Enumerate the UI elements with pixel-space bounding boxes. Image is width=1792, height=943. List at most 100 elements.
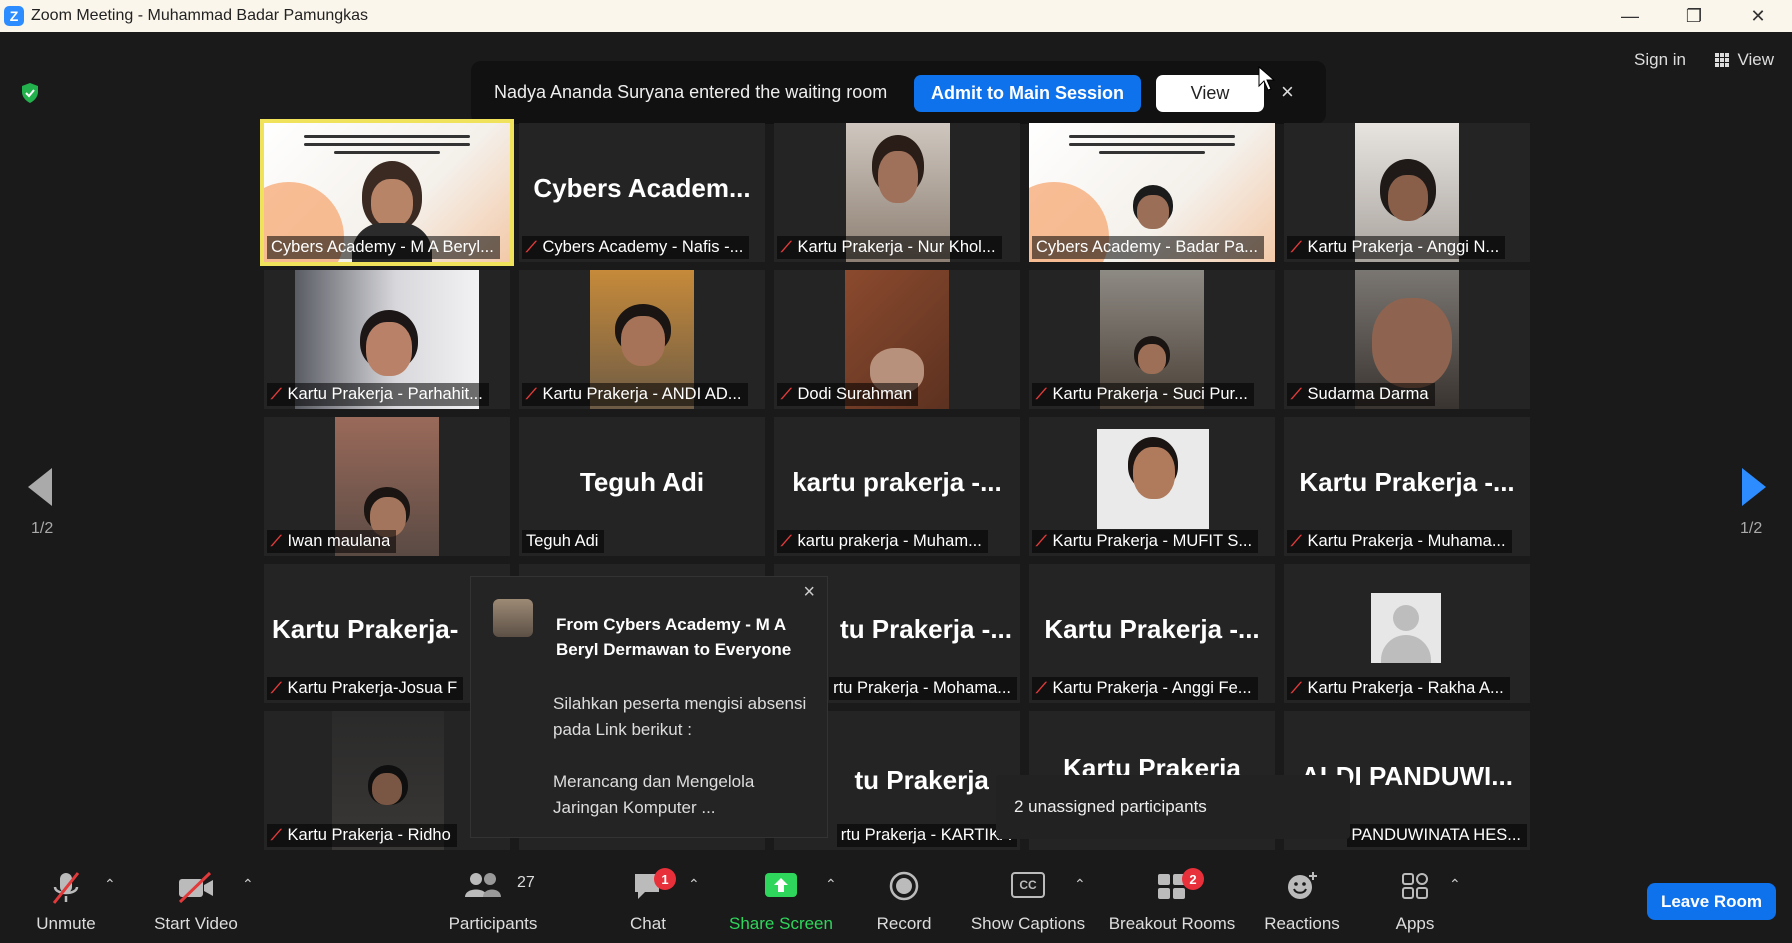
video-tile[interactable]: ⟋ Kartu Prakerja - Suci Pur... bbox=[1029, 270, 1275, 409]
breakout-rooms-button[interactable]: 2 Breakout Rooms bbox=[1106, 868, 1238, 938]
muted-mic-icon: ⟋ bbox=[271, 533, 282, 550]
video-tile[interactable]: ⟋ Sudarma Darma bbox=[1284, 270, 1530, 409]
participant-name-label: ⟋ Kartu Prakerja - MUFIT S... bbox=[1032, 530, 1259, 553]
video-tile[interactable]: ⟋ Kartu Prakerja - Nur Khol... bbox=[774, 123, 1020, 262]
reactions-button[interactable]: Reactions bbox=[1262, 868, 1342, 938]
notification-view-button[interactable]: View bbox=[1156, 75, 1264, 112]
mouse-cursor-icon bbox=[1258, 66, 1276, 91]
video-tile[interactable]: kartu prakerja -... ⟋ kartu prakerja - Mu… bbox=[774, 417, 1020, 556]
participant-name-label: ⟋ Kartu Prakerja - Ridho bbox=[267, 824, 457, 847]
sign-in-link[interactable]: Sign in bbox=[1634, 50, 1686, 70]
video-tile[interactable]: Cybers Academy - M A Beryl... bbox=[260, 119, 514, 266]
muted-mic-icon: ⟋ bbox=[1036, 386, 1047, 403]
unmute-label: Unmute bbox=[36, 914, 96, 933]
show-captions-button[interactable]: CC Show Captions bbox=[968, 868, 1088, 938]
close-window-button[interactable]: ✕ bbox=[1728, 0, 1788, 32]
share-screen-icon bbox=[765, 873, 797, 897]
chat-options-caret-icon[interactable]: ⌃ bbox=[688, 876, 700, 893]
video-tile[interactable]: ⟋ Dodi Surahman bbox=[774, 270, 1020, 409]
title-bar: Z Zoom Meeting - Muhammad Badar Pamungka… bbox=[0, 0, 1792, 32]
record-icon bbox=[889, 871, 919, 901]
video-tile[interactable]: ⟋ Kartu Prakerja - Anggi N... bbox=[1284, 123, 1530, 262]
video-tile[interactable]: ⟋ Iwan maulana bbox=[264, 417, 510, 556]
view-layout-button[interactable]: View bbox=[1715, 50, 1774, 70]
participant-name-label: ⟋ Kartu Prakerja - Parhahit... bbox=[267, 383, 489, 406]
admit-button[interactable]: Admit to Main Session bbox=[914, 75, 1141, 112]
muted-mic-icon: ⟋ bbox=[1036, 680, 1047, 697]
video-tile[interactable]: ⟋ Kartu Prakerja - ANDI AD... bbox=[519, 270, 765, 409]
page-indicator-left: 1/2 bbox=[31, 520, 54, 537]
video-tile[interactable]: ⟋ Kartu Prakerja - Parhahit... bbox=[264, 270, 510, 409]
chat-label: Chat bbox=[630, 914, 666, 933]
video-tile[interactable]: ⟋ Kartu Prakerja - Rakha A... bbox=[1284, 564, 1530, 703]
participant-name-label: ⟋ Kartu Prakerja - Anggi N... bbox=[1287, 236, 1506, 259]
breakout-rooms-label: Breakout Rooms bbox=[1108, 914, 1236, 933]
captions-options-caret-icon[interactable]: ⌃ bbox=[1074, 876, 1086, 893]
restore-button[interactable]: ❐ bbox=[1664, 0, 1724, 32]
video-tile[interactable]: Cybers Academ... ⟋ Cybers Academy - Nafis… bbox=[519, 123, 765, 262]
participant-display-name: Kartu Prakerja -... bbox=[1299, 467, 1515, 497]
sender-avatar bbox=[493, 599, 533, 637]
start-video-label: Start Video bbox=[154, 914, 238, 933]
participants-button[interactable]: 27 Participants bbox=[443, 868, 543, 938]
grid-view-icon bbox=[1715, 52, 1730, 68]
participant-display-name: Kartu Prakerja -... bbox=[1044, 614, 1260, 644]
breakout-tooltip: 2 unassigned participants bbox=[996, 775, 1350, 839]
participants-icon bbox=[465, 873, 501, 897]
participant-name-label: Teguh Adi bbox=[522, 530, 605, 553]
share-options-caret-icon[interactable]: ⌃ bbox=[825, 876, 837, 893]
captions-icon: CC bbox=[1011, 872, 1045, 898]
video-tile[interactable]: Cybers Academy - Badar Pa... bbox=[1029, 123, 1275, 262]
waiting-room-notification: Nadya Ananda Suryana entered the waiting… bbox=[471, 61, 1326, 124]
leave-room-button[interactable]: Leave Room bbox=[1647, 883, 1776, 920]
audio-options-caret-icon[interactable]: ⌃ bbox=[104, 876, 116, 893]
record-label: Record bbox=[876, 914, 932, 933]
participant-display-name: kartu prakerja -... bbox=[792, 467, 1002, 497]
video-options-caret-icon[interactable]: ⌃ bbox=[242, 876, 254, 893]
participant-name-label: Cybers Academy - M A Beryl... bbox=[267, 236, 500, 259]
default-avatar-icon bbox=[1371, 593, 1441, 663]
participant-name-label: ⟋ Cybers Academy - Nafis -... bbox=[522, 236, 750, 259]
muted-mic-icon: ⟋ bbox=[526, 386, 537, 403]
chat-popup-close-icon[interactable]: × bbox=[803, 581, 815, 604]
next-page-arrow-icon[interactable] bbox=[1742, 468, 1766, 506]
apps-button[interactable]: Apps bbox=[1375, 868, 1455, 938]
share-screen-label: Share Screen bbox=[729, 914, 833, 933]
muted-mic-icon: ⟋ bbox=[1291, 386, 1302, 403]
unmute-button[interactable]: Unmute bbox=[26, 868, 106, 938]
minimize-button[interactable]: — bbox=[1600, 0, 1660, 32]
meeting-toolbar: Unmute ⌃ Start Video ⌃ 27 Participants 1… bbox=[0, 860, 1792, 943]
show-captions-label: Show Captions bbox=[970, 914, 1086, 933]
reactions-label: Reactions bbox=[1264, 914, 1340, 933]
page-indicator-right: 1/2 bbox=[1740, 520, 1763, 537]
apps-options-caret-icon[interactable]: ⌃ bbox=[1449, 876, 1461, 893]
notification-close-icon[interactable]: × bbox=[1281, 79, 1294, 105]
chat-notification-popup[interactable]: From Cybers Academy - M A Beryl Dermawan… bbox=[470, 576, 828, 838]
start-video-button[interactable]: Start Video bbox=[146, 868, 246, 938]
participant-name-label: ⟋ Kartu Prakerja - Rakha A... bbox=[1287, 677, 1510, 700]
participant-display-name: Cybers Academ... bbox=[533, 173, 751, 203]
chat-sender: From Cybers Academy - M A Beryl Dermawan… bbox=[556, 615, 792, 659]
participant-name-label: ⟋ Kartu Prakerja - Suci Pur... bbox=[1032, 383, 1254, 406]
reactions-smiley-icon bbox=[1288, 872, 1317, 899]
muted-mic-icon: ⟋ bbox=[526, 239, 537, 256]
muted-mic-icon: ⟋ bbox=[781, 386, 792, 403]
apps-icon bbox=[1402, 873, 1428, 899]
muted-mic-icon: ⟋ bbox=[1291, 680, 1302, 697]
participant-name-label: ⟋ Kartu Prakerja - Muhama... bbox=[1287, 530, 1512, 553]
muted-mic-icon: ⟋ bbox=[271, 386, 282, 403]
muted-mic-icon: ⟋ bbox=[271, 827, 282, 844]
previous-page-arrow-icon[interactable] bbox=[28, 468, 52, 506]
share-screen-button[interactable]: Share Screen bbox=[721, 868, 841, 938]
participant-name-label: ⟋ Kartu Prakerja-Josua F bbox=[267, 677, 464, 700]
record-button[interactable]: Record bbox=[864, 868, 944, 938]
video-tile[interactable]: Kartu Prakerja -... ⟋ Kartu Prakerja - Mu… bbox=[1284, 417, 1530, 556]
video-tile[interactable]: Teguh Adi Teguh Adi bbox=[519, 417, 765, 556]
participants-label: Participants bbox=[448, 914, 538, 933]
video-tile[interactable]: Kartu Prakerja -... ⟋ Kartu Prakerja - An… bbox=[1029, 564, 1275, 703]
breakout-badge: 2 bbox=[1182, 868, 1204, 890]
encryption-shield-icon[interactable] bbox=[20, 82, 40, 104]
notification-text: Nadya Ananda Suryana entered the waiting… bbox=[494, 82, 888, 102]
chat-button[interactable]: 1 Chat bbox=[608, 868, 688, 938]
video-tile[interactable]: ⟋ Kartu Prakerja - MUFIT S... bbox=[1029, 417, 1275, 556]
